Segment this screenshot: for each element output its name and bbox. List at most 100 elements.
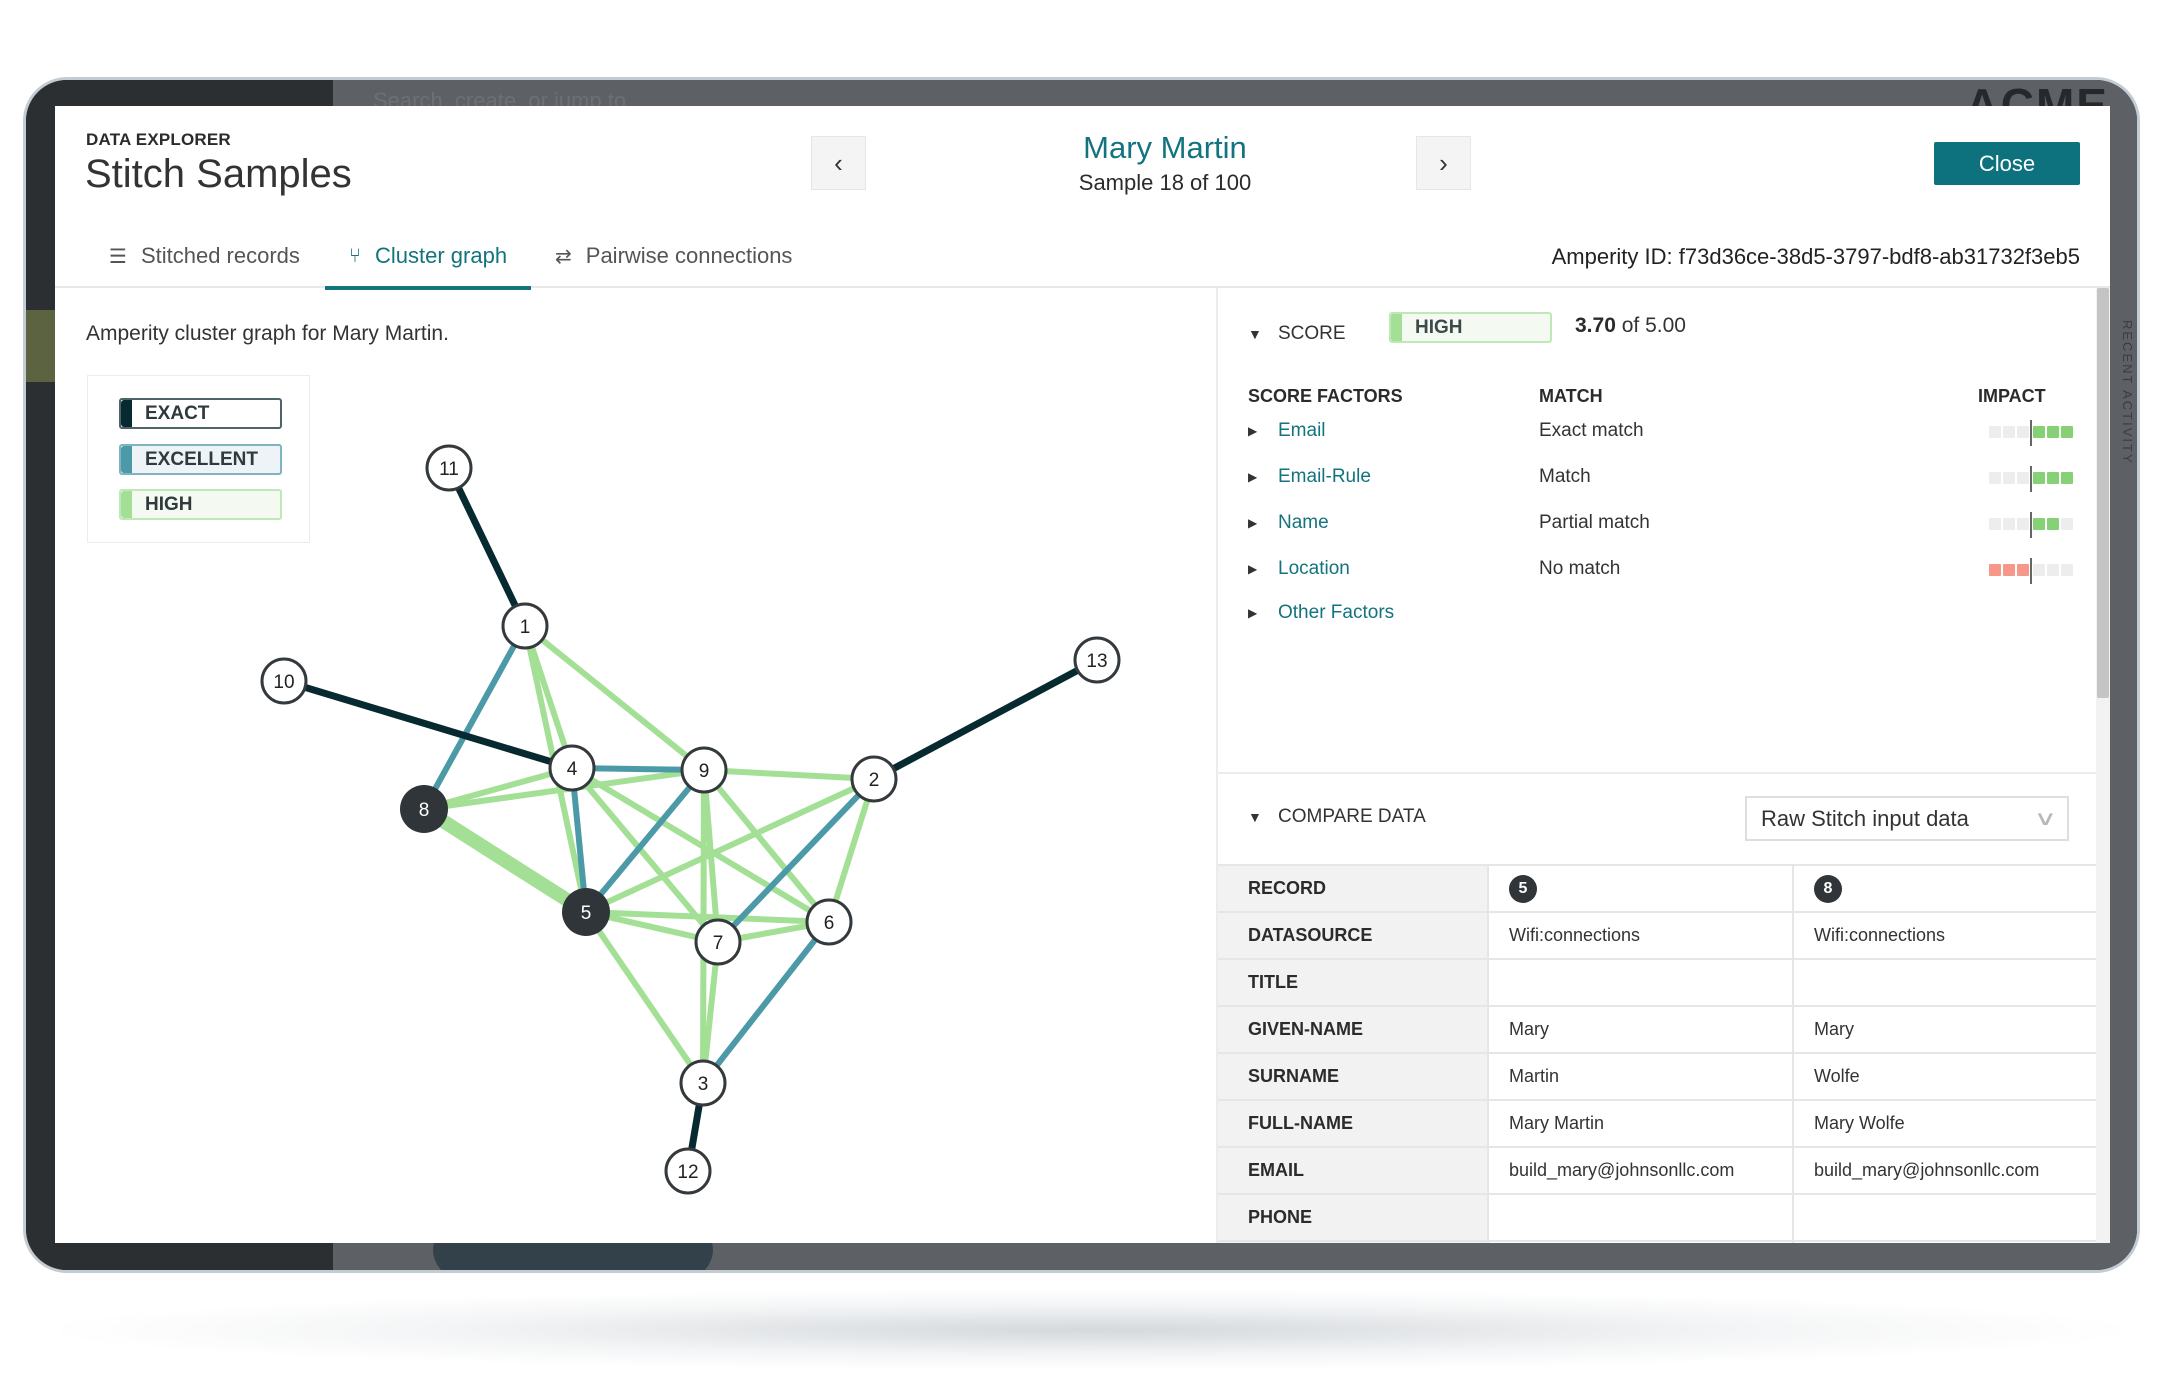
compare-label: COMPARE DATA	[1278, 806, 1426, 827]
factor-name[interactable]: Location	[1278, 558, 1350, 580]
graph-node-8[interactable]: 8	[400, 785, 448, 833]
graph-node-2[interactable]: 2	[850, 755, 898, 803]
score-factor-row[interactable]: ▶ Other Factors	[1248, 602, 2068, 632]
graph-node-7[interactable]: 7	[694, 918, 742, 966]
impact-cell	[2061, 518, 2073, 530]
record-a-value	[1488, 1193, 1794, 1241]
branch-icon: ⑂	[349, 244, 361, 267]
score-factor-row[interactable]: ▶ Location No match	[1248, 558, 2073, 588]
graph-edge-9-2[interactable]	[703, 767, 875, 782]
graph-edge-11-1[interactable]	[445, 466, 529, 628]
score-section-toggle[interactable]: ▼ SCORE	[1248, 318, 1346, 350]
graph-node-4[interactable]: 4	[548, 744, 596, 792]
graph-node-label: 1	[520, 617, 531, 638]
graph-edge-9-5[interactable]	[583, 768, 707, 914]
sample-count: Sample 18 of 100	[1078, 170, 1252, 195]
record-badge[interactable]: 8	[1814, 874, 1842, 903]
table-row: EMAIL build_mary@johnsonllc.com build_mary…	[1218, 1146, 2098, 1194]
field-label: TITLE	[1218, 958, 1489, 1006]
graph-node-12[interactable]: 12	[664, 1147, 712, 1195]
legend-excellent: EXCELLENT	[119, 444, 282, 475]
graph-edge-8-5[interactable]	[420, 803, 590, 918]
graph-legend: EXACT EXCELLENT HIGH	[87, 375, 310, 543]
impact-cell	[2017, 426, 2029, 438]
factor-match: Partial match	[1539, 512, 1650, 533]
score-factors-header: SCORE FACTORS	[1248, 386, 1403, 406]
graph-node-label: 6	[824, 913, 835, 934]
record-a-value	[1488, 1240, 1794, 1243]
chevron-right-icon: ›	[1439, 147, 1448, 178]
caret-right-icon: ▶	[1248, 606, 1258, 620]
impact-cell	[2033, 518, 2045, 530]
graph-edge-1-8[interactable]	[421, 624, 528, 811]
compare-data-select[interactable]: Raw Stitch input data ∨	[1745, 796, 2069, 841]
field-label: DATASOURCE	[1218, 911, 1489, 959]
factor-name[interactable]: Email	[1278, 420, 1326, 442]
graph-node-label: 8	[419, 800, 430, 821]
next-sample-button[interactable]: ›	[1416, 136, 1471, 190]
graph-node-10[interactable]: 10	[260, 657, 308, 705]
caret-down-icon: ▼	[1248, 809, 1262, 825]
field-label: RECORD	[1218, 864, 1489, 912]
chevron-left-icon: ‹	[834, 147, 843, 178]
impact-meter	[1989, 512, 2075, 538]
tab-pairwise-connections[interactable]: ⇄ Pairwise connections	[555, 224, 792, 288]
field-label: GIVEN-NAME	[1218, 1005, 1489, 1053]
impact-cell	[1989, 518, 2001, 530]
tab-stitched-records[interactable]: ☰ Stitched records	[109, 224, 300, 288]
graph-node-9[interactable]: 9	[680, 746, 728, 794]
record-b-value	[1793, 1193, 2098, 1241]
tab-cluster-graph[interactable]: ⑂ Cluster graph	[324, 224, 532, 290]
graph-node-label: 11	[439, 459, 459, 480]
score-value: 3.70 of 5.00	[1575, 314, 1686, 338]
impact-cell	[2017, 564, 2029, 576]
graph-edge-13-2[interactable]	[872, 656, 1099, 783]
impact-cell	[1989, 564, 2001, 576]
graph-node-1[interactable]: 1	[501, 602, 549, 650]
impact-header: IMPACT	[1978, 386, 2046, 406]
caret-right-icon: ▶	[1248, 424, 1258, 438]
graph-node-5[interactable]: 5	[562, 888, 610, 936]
tab-label: Stitched records	[140, 243, 300, 268]
graph-node-6[interactable]: 6	[805, 898, 853, 946]
graph-node-label: 2	[869, 770, 880, 791]
header-kicker: DATA EXPLORER	[86, 130, 231, 149]
record-b-value	[1793, 958, 2098, 1006]
details-scrollbar[interactable]	[2096, 288, 2110, 1243]
score-factor-row[interactable]: ▶ Email Exact match	[1248, 420, 2073, 450]
record-a-value: Mary	[1488, 1005, 1794, 1053]
graph-node-11[interactable]: 11	[425, 444, 473, 492]
factor-match: Exact match	[1539, 420, 1644, 441]
graph-node-3[interactable]: 3	[679, 1059, 727, 1107]
impact-cell	[2061, 472, 2073, 484]
graph-node-label: 9	[699, 761, 710, 782]
factor-name[interactable]: Email-Rule	[1278, 466, 1371, 488]
details-pane: ▼ SCORE HIGH 3.70 of 5.00 SCORE FACTORS …	[1216, 288, 2098, 1243]
impact-cell	[2033, 426, 2045, 438]
close-button[interactable]: Close	[1934, 142, 2080, 185]
caret-right-icon: ▶	[1248, 470, 1258, 484]
table-row: PHONE	[1218, 1193, 2098, 1241]
factor-name[interactable]: Other Factors	[1278, 602, 1394, 624]
factor-match: No match	[1539, 558, 1621, 579]
previous-sample-button[interactable]: ‹	[811, 136, 866, 190]
factor-name[interactable]: Name	[1278, 512, 1329, 534]
record-badge[interactable]: 5	[1509, 874, 1537, 903]
impact-cell	[1989, 426, 2001, 438]
impact-cell	[2047, 518, 2059, 530]
record-b-value: Wolfe	[1793, 1052, 2098, 1100]
compare-section-toggle[interactable]: ▼ COMPARE DATA	[1248, 806, 1426, 828]
caret-right-icon: ▶	[1248, 562, 1258, 576]
graph-edge-10-4[interactable]	[282, 677, 574, 772]
score-factor-row[interactable]: ▶ Email-Rule Match	[1248, 466, 2073, 496]
scrollbar-thumb[interactable]	[2097, 288, 2109, 698]
impact-meter	[1989, 558, 2075, 584]
impact-meter	[1989, 420, 2075, 446]
score-factor-row[interactable]: ▶ Name Partial match	[1248, 512, 2073, 542]
graph-node-13[interactable]: 13	[1073, 636, 1121, 684]
table-row-record: RECORD 5 8	[1218, 864, 2098, 912]
record-b-value: Mary	[1793, 1005, 2098, 1053]
field-label: SURNAME	[1218, 1052, 1489, 1100]
section-divider	[1218, 772, 2098, 774]
table-row: FULL-NAME Mary Martin Mary Wolfe	[1218, 1099, 2098, 1147]
